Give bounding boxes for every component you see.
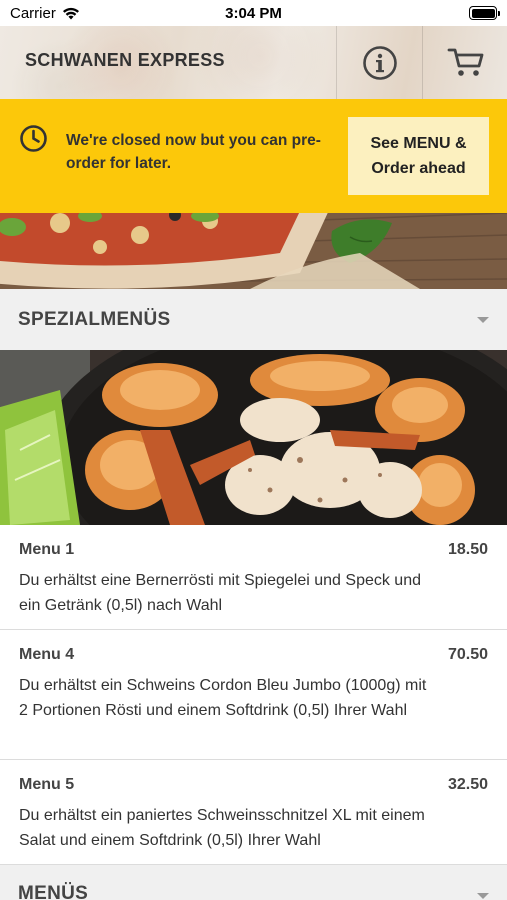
section-title: SPEZIALMENÜS <box>18 309 171 330</box>
button-line-2: Order ahead <box>371 160 466 177</box>
shrimp-illustration <box>0 350 507 525</box>
cart-button[interactable] <box>422 26 507 99</box>
section-header-menues[interactable]: MENÜS <box>0 865 507 900</box>
info-button[interactable] <box>336 26 422 99</box>
menu-item-name: Menu 4 <box>19 646 75 663</box>
menu-item-4[interactable]: Menu 4 70.50 Du erhältst ein Schweins Co… <box>0 630 507 760</box>
see-menu-order-ahead-button[interactable]: See MENU & Order ahead <box>348 117 489 195</box>
menu-item-description: Du erhältst ein paniertes Schweinsschnit… <box>19 807 425 849</box>
menu-item-price: 70.50 <box>447 646 488 663</box>
menu-item-1[interactable]: Menu 1 18.50 Du erhältst eine Bernerröst… <box>0 525 507 630</box>
button-line-1: See MENU & <box>370 135 467 152</box>
menu-item-name: Menu 5 <box>19 776 75 793</box>
info-icon <box>362 45 397 80</box>
cart-icon <box>447 48 483 76</box>
chevron-down-icon <box>477 317 489 323</box>
spezialmenues-image <box>0 350 507 525</box>
closed-message: We're closed now but you can pre-order f… <box>66 132 321 172</box>
section-header-spezialmenues[interactable]: SPEZIALMENÜS <box>0 289 507 350</box>
clock-icon <box>20 125 47 152</box>
chevron-down-icon <box>477 893 489 899</box>
status-bar: Carrier 3:04 PM <box>0 0 507 26</box>
app-header: SCHWANEN EXPRESS <box>0 26 507 99</box>
battery-icon <box>469 6 500 20</box>
menu-item-price: 18.50 <box>447 541 488 558</box>
menu-item-price: 32.50 <box>447 776 488 793</box>
section-title: MENÜS <box>18 883 89 900</box>
status-time: 3:04 PM <box>225 5 282 22</box>
pizza-hero-image <box>0 213 507 289</box>
menu-item-description: Du erhältst eine Bernerrösti mit Spiegel… <box>19 572 421 614</box>
menu-item-name: Menu 1 <box>19 541 75 558</box>
brand-title: SCHWANEN EXPRESS <box>25 50 225 70</box>
menu-item-5[interactable]: Menu 5 32.50 Du erhältst ein paniertes S… <box>0 760 507 865</box>
pizza-illustration <box>0 213 507 289</box>
menu-item-description: Du erhältst ein Schweins Cordon Bleu Jum… <box>19 677 427 719</box>
